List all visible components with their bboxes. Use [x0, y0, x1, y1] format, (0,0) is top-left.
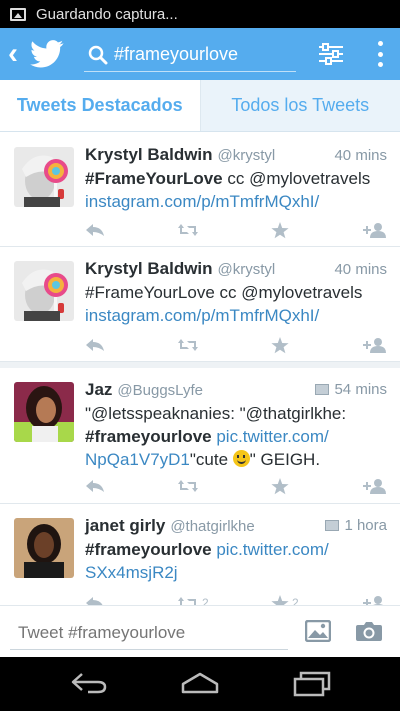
- screenshot-icon: [10, 7, 26, 21]
- tweet-feed[interactable]: Krystyl Baldwin @krystyl 40 mins #FrameY…: [0, 133, 400, 605]
- tweet-timestamp: 40 mins: [334, 261, 387, 278]
- nav-back-icon[interactable]: [70, 671, 108, 695]
- action-bar: ‹: [0, 28, 400, 80]
- avatar[interactable]: [14, 147, 74, 207]
- tweet-text: "@letsspeaknanies: "@thatgirlkhe: #frame…: [85, 402, 390, 471]
- system-nav-bar: [0, 657, 400, 711]
- tweet-time-text: 54 mins: [334, 381, 387, 398]
- filter-icon[interactable]: [318, 42, 344, 66]
- status-bar: Guardando captura...: [0, 0, 400, 28]
- search-input[interactable]: [114, 44, 294, 65]
- tweet-header: Krystyl Baldwin @krystyl 40 mins: [85, 145, 387, 167]
- favorite-icon[interactable]: [271, 221, 289, 239]
- tweet-text-part: cc @mylovetravels: [222, 169, 371, 188]
- search-icon: [88, 45, 108, 64]
- favorite-icon[interactable]: [271, 477, 289, 495]
- tweet-item[interactable]: Krystyl Baldwin @krystyl 40 mins #FrameY…: [0, 247, 400, 362]
- nav-home-icon[interactable]: [180, 671, 220, 695]
- follow-icon[interactable]: [363, 222, 387, 238]
- tweet-author-handle[interactable]: @krystyl: [218, 147, 276, 164]
- tweet-header: Krystyl Baldwin @krystyl 40 mins: [85, 259, 387, 281]
- reply-icon[interactable]: [85, 338, 105, 352]
- tweet-text: #FrameYourLove cc @mylovetravels instagr…: [85, 281, 390, 327]
- tweet-text-part: "cute: [189, 450, 233, 469]
- tweet-header: Jaz @BuggsLyfe 54 mins: [85, 380, 387, 402]
- avatar[interactable]: [14, 518, 74, 578]
- photo-indicator-icon: [325, 520, 340, 531]
- tweet-hashtag[interactable]: #frameyourlove: [85, 427, 212, 446]
- tweet-author-name[interactable]: Krystyl Baldwin: [85, 259, 213, 279]
- tweet-author-handle[interactable]: @BuggsLyfe: [117, 382, 203, 399]
- smiley-emoji-icon: [232, 450, 250, 467]
- tab-bar: Tweets Destacados Todos los Tweets: [0, 80, 400, 132]
- reply-icon[interactable]: [85, 479, 105, 493]
- favorite-icon[interactable]: 2: [271, 594, 299, 605]
- tweet-author-name[interactable]: janet girly: [85, 516, 165, 536]
- search-box[interactable]: [84, 38, 296, 72]
- tab-all-tweets[interactable]: Todos los Tweets: [200, 80, 400, 131]
- tweet-text-part: #FrameYourLove cc @mylovetravels: [85, 283, 363, 302]
- tweet-item[interactable]: janet girly @thatgirlkhe 1 hora #frameyo…: [0, 504, 400, 605]
- tweet-text-part: " GEIGH.: [249, 450, 321, 469]
- overflow-menu-icon[interactable]: [372, 41, 388, 67]
- tweet-link[interactable]: pic.twitter.com/: [212, 540, 328, 559]
- tweet-timestamp: 40 mins: [334, 147, 387, 164]
- retweet-count: 2: [202, 596, 209, 605]
- tweet-item[interactable]: Krystyl Baldwin @krystyl 40 mins #FrameY…: [0, 133, 400, 247]
- status-notification: Guardando captura...: [36, 5, 178, 23]
- tweet-text-part: "@letsspeaknanies: "@thatgirlkhe:: [85, 404, 347, 423]
- follow-icon[interactable]: [363, 595, 387, 605]
- tweet-header: janet girly @thatgirlkhe 1 hora: [85, 516, 387, 538]
- favorite-icon[interactable]: [271, 336, 289, 354]
- retweet-icon[interactable]: [177, 479, 199, 493]
- tweet-author-handle[interactable]: @thatgirlkhe: [170, 518, 254, 535]
- tweet-actions: [85, 334, 390, 356]
- avatar[interactable]: [14, 261, 74, 321]
- tweet-author-name[interactable]: Krystyl Baldwin: [85, 145, 213, 165]
- compose-field[interactable]: [10, 616, 288, 650]
- photo-indicator-icon: [315, 384, 330, 395]
- follow-icon[interactable]: [363, 337, 387, 353]
- tweet-link-continued[interactable]: SXx4msjR2j: [85, 563, 178, 582]
- back-chevron-icon[interactable]: ‹: [8, 39, 26, 69]
- follow-icon[interactable]: [363, 478, 387, 494]
- tweet-link[interactable]: instagram.com/p/mTmfrMQxhI/: [85, 306, 319, 325]
- tweet-link-continued[interactable]: NpQa1V7yD1: [85, 450, 190, 469]
- tweet-actions: [85, 219, 390, 241]
- compose-input[interactable]: [18, 622, 288, 643]
- tweet-author-handle[interactable]: @krystyl: [218, 261, 276, 278]
- camera-icon[interactable]: [355, 620, 383, 642]
- tweet-timestamp: 1 hora: [325, 517, 387, 534]
- tweet-composer: [0, 605, 400, 657]
- tweet-link[interactable]: instagram.com/p/mTmfrMQxhI/: [85, 192, 319, 211]
- tweet-item[interactable]: Jaz @BuggsLyfe 54 mins "@letsspeaknanies…: [0, 362, 400, 504]
- tweet-hashtag[interactable]: #frameyourlove: [85, 540, 212, 559]
- reply-icon[interactable]: [85, 223, 105, 237]
- retweet-icon[interactable]: 2: [177, 596, 209, 605]
- tweet-text: #frameyourlove pic.twitter.com/ SXx4msjR…: [85, 538, 390, 584]
- tab-top-tweets[interactable]: Tweets Destacados: [0, 80, 201, 131]
- avatar[interactable]: [14, 382, 74, 442]
- favorite-count: 2: [292, 596, 299, 605]
- retweet-icon[interactable]: [177, 338, 199, 352]
- tweet-hashtag[interactable]: #FrameYourLove: [85, 169, 223, 188]
- tweet-link[interactable]: pic.twitter.com/: [212, 427, 328, 446]
- tweet-actions: 2 2: [85, 592, 390, 605]
- nav-recents-icon[interactable]: [292, 671, 332, 697]
- tweet-actions: [85, 475, 390, 497]
- tweet-time-text: 1 hora: [344, 517, 387, 534]
- tweet-author-name[interactable]: Jaz: [85, 380, 112, 400]
- tweet-timestamp: 54 mins: [315, 381, 387, 398]
- tweet-text: #FrameYourLove cc @mylovetravels instagr…: [85, 167, 390, 213]
- twitter-bird-icon[interactable]: [30, 40, 64, 68]
- photo-icon[interactable]: [305, 620, 331, 642]
- reply-icon[interactable]: [85, 596, 105, 605]
- retweet-icon[interactable]: [177, 223, 199, 237]
